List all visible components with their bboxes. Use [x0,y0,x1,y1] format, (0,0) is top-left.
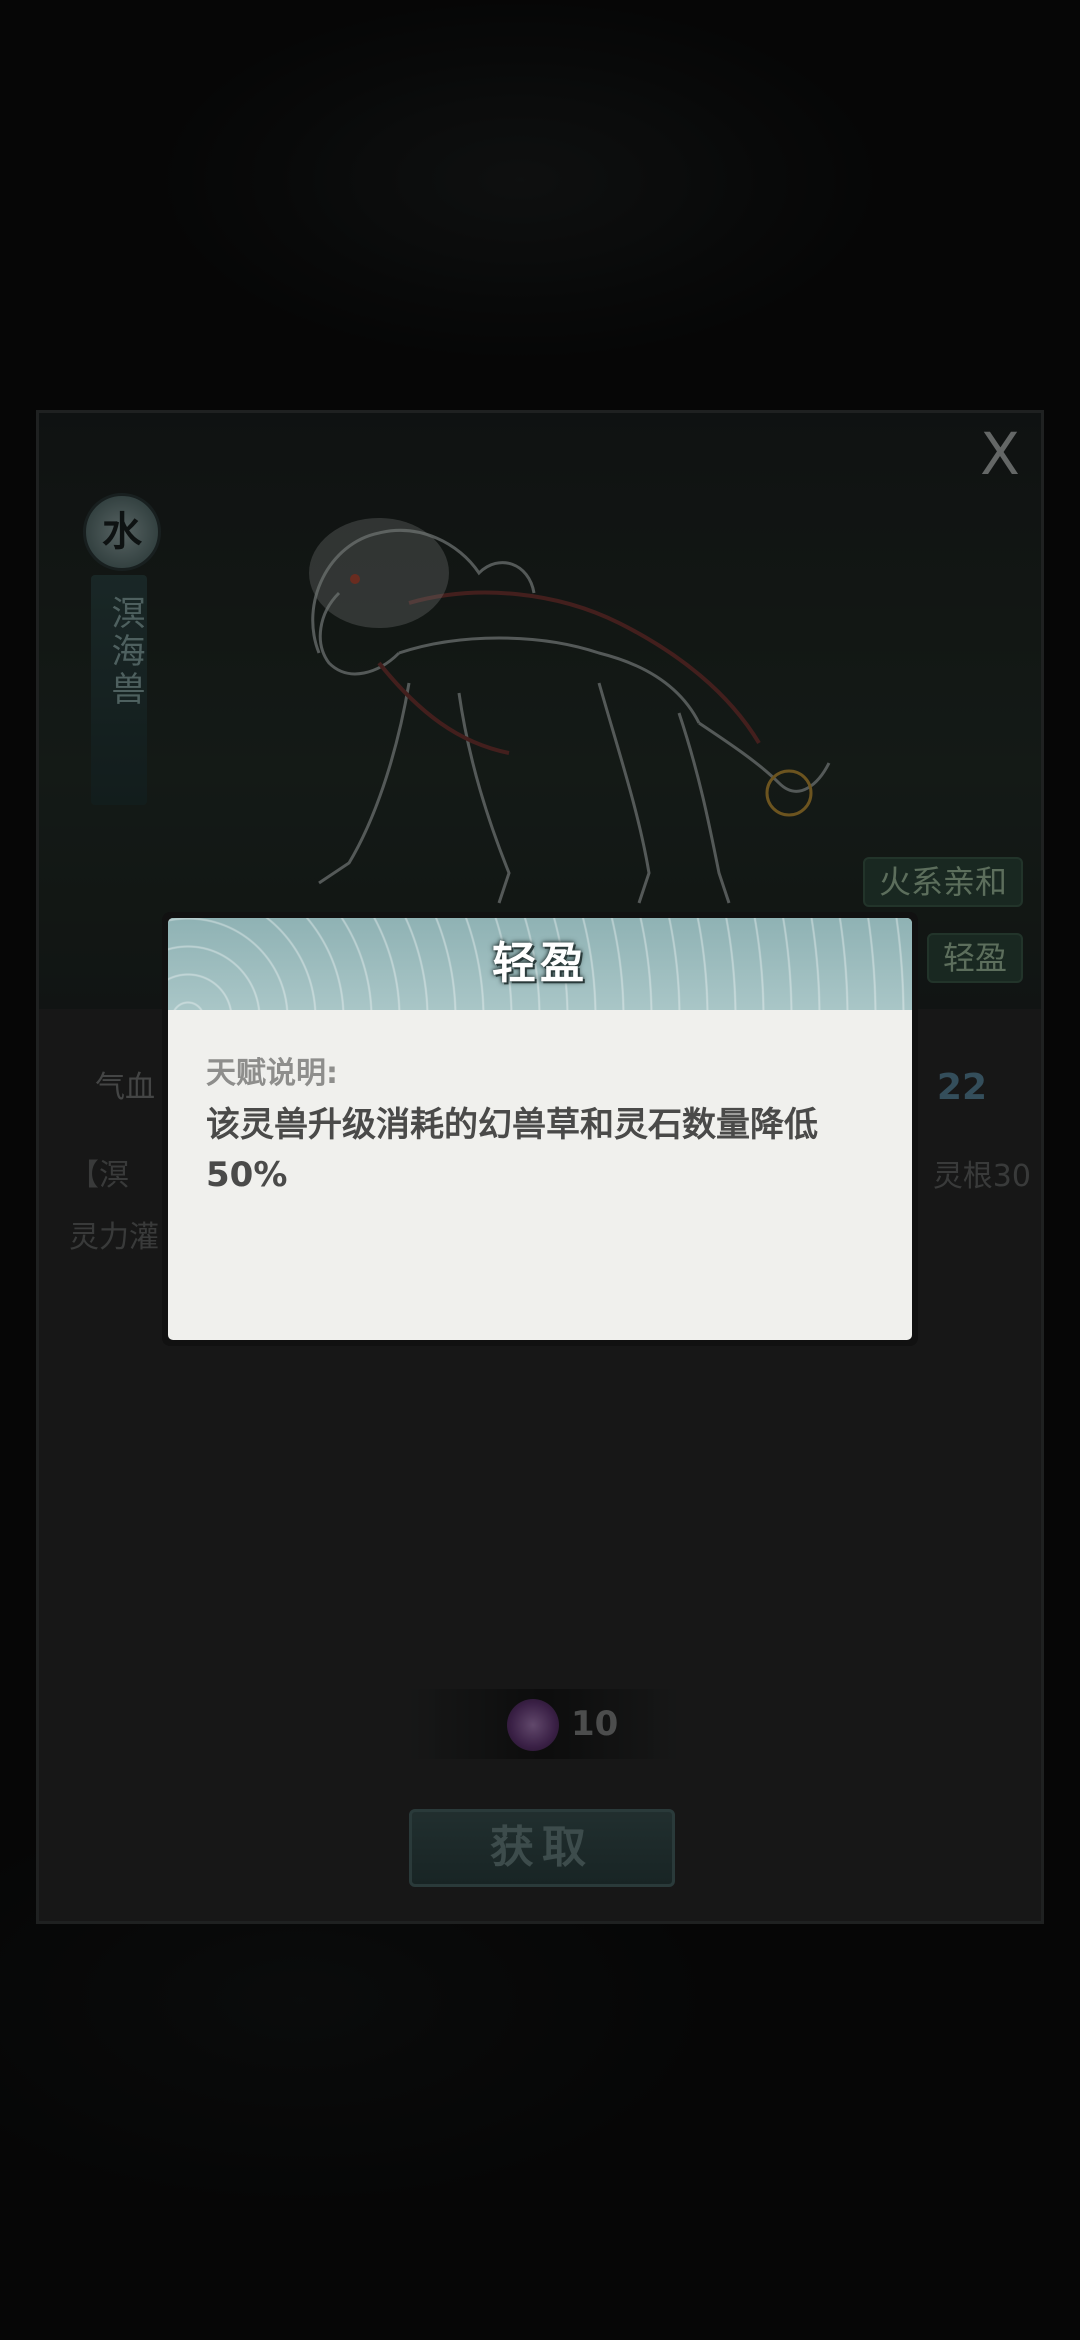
talent-title: 轻盈 [492,938,588,989]
talent-label: 天赋说明: [206,1056,338,1091]
talent-dialog: 轻盈 天赋说明: 该灵兽升级消耗的幻兽草和灵石数量降低 50% [162,912,918,1346]
talent-description: 该灵兽升级消耗的幻兽草和灵石数量降低 50% [206,1105,818,1195]
talent-dialog-body: 轻盈 天赋说明: 该灵兽升级消耗的幻兽草和灵石数量降低 50% [168,918,912,1340]
